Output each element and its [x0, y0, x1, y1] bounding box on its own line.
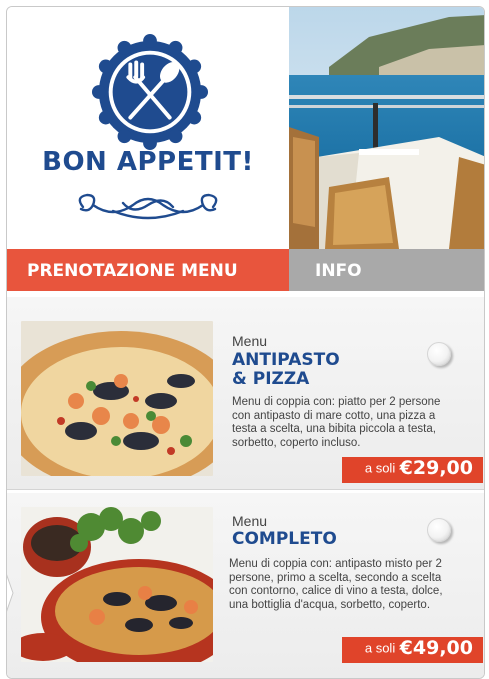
- menu-card-antipasto-pizza[interactable]: Menu ANTIPASTO & PIZZA Menu di coppia co…: [7, 297, 484, 490]
- brand-title: BON APPETIT!: [42, 147, 254, 177]
- menu-title-line2: & PIZZA: [232, 369, 310, 389]
- price-tag: a soli €49,00: [342, 637, 483, 663]
- tab-info[interactable]: INFO: [289, 249, 484, 291]
- price-prefix: a soli: [364, 640, 396, 656]
- logo-panel: BON APPETIT!: [7, 7, 289, 249]
- menu-title-line1: ANTIPASTO: [232, 350, 340, 370]
- menu-title-line1: COMPLETO: [232, 529, 337, 549]
- header: BON APPETIT!: [7, 7, 484, 249]
- flourish-ornament: [78, 193, 218, 220]
- price-prefix: a soli: [364, 460, 396, 476]
- tab-bar: PRENOTAZIONE MENU INFO: [7, 249, 484, 291]
- price-amount: €49,00: [399, 637, 473, 659]
- menu-label: Menu: [232, 513, 268, 529]
- side-pointer: [7, 574, 14, 612]
- menu-label: Menu: [232, 333, 268, 349]
- menu-select-radio[interactable]: [427, 518, 451, 542]
- app-frame: BON APPETIT! PRENOTAZIONE MENU INFO Menu…: [6, 6, 485, 679]
- menu-select-radio[interactable]: [427, 342, 451, 366]
- menu-card-completo[interactable]: Menu COMPLETO Menu di coppia con: antipa…: [7, 493, 484, 678]
- menu-description: Menu di coppia con: antipasto misto per …: [229, 558, 443, 611]
- seafood-pasta-photo: [21, 507, 213, 662]
- menu-description: Menu di coppia con: piatto per 2 persone…: [232, 396, 441, 449]
- price-tag: a soli €29,00: [342, 457, 483, 483]
- price-amount: €29,00: [399, 457, 473, 479]
- fork-and-spoon-icon: [91, 33, 209, 151]
- tab-prenotazione-menu[interactable]: PRENOTAZIONE MENU: [7, 249, 289, 291]
- restaurant-terrace-photo: [289, 7, 484, 249]
- pizza-photo: [21, 321, 213, 476]
